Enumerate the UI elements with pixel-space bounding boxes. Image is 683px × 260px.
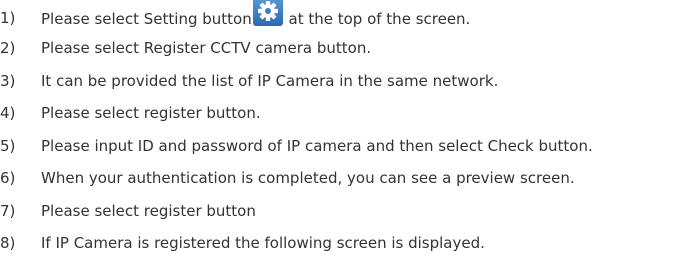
step-2: 2) Please select Register CCTV camera bu… <box>0 32 683 65</box>
step-number: 1) <box>0 9 16 27</box>
step-number: 6) <box>0 169 16 187</box>
step-text: Please select Register CCTV camera butto… <box>41 39 372 57</box>
step-5: 5) Please input ID and password of IP ca… <box>0 130 683 163</box>
step-number: 4) <box>0 104 16 122</box>
step-number: 7) <box>0 201 16 220</box>
step-1: 1) Please select Setting button at the t… <box>0 0 683 32</box>
step-text: When your authentication is completed, y… <box>41 169 575 187</box>
instruction-list: 1) Please select Setting button at the t… <box>0 0 683 260</box>
step-text: Please select register button. <box>41 104 261 122</box>
step-text-before-icon: Please select Setting button <box>41 10 252 28</box>
step-4: 4) Please select register button. <box>0 97 683 130</box>
step-text: Please input ID and password of IP camer… <box>41 136 593 155</box>
step-number: 2) <box>0 39 16 57</box>
step-8: 8) If IP Camera is registered the follow… <box>0 227 683 260</box>
step-number: 5) <box>0 136 16 155</box>
step-number: 8) <box>0 234 16 252</box>
step-3: 3) It can be provided the list of IP Cam… <box>0 65 683 98</box>
step-7: 7) Please select register button <box>0 195 683 228</box>
step-6: 6) When your authentication is completed… <box>0 162 683 195</box>
step-text: Please select register button <box>41 201 256 220</box>
step-text: If IP Camera is registered the following… <box>41 234 485 252</box>
gear-icon <box>252 0 283 26</box>
step-text-after-icon: at the top of the screen. <box>283 10 471 28</box>
step-number: 3) <box>0 71 16 90</box>
step-text: It can be provided the list of IP Camera… <box>41 71 499 90</box>
